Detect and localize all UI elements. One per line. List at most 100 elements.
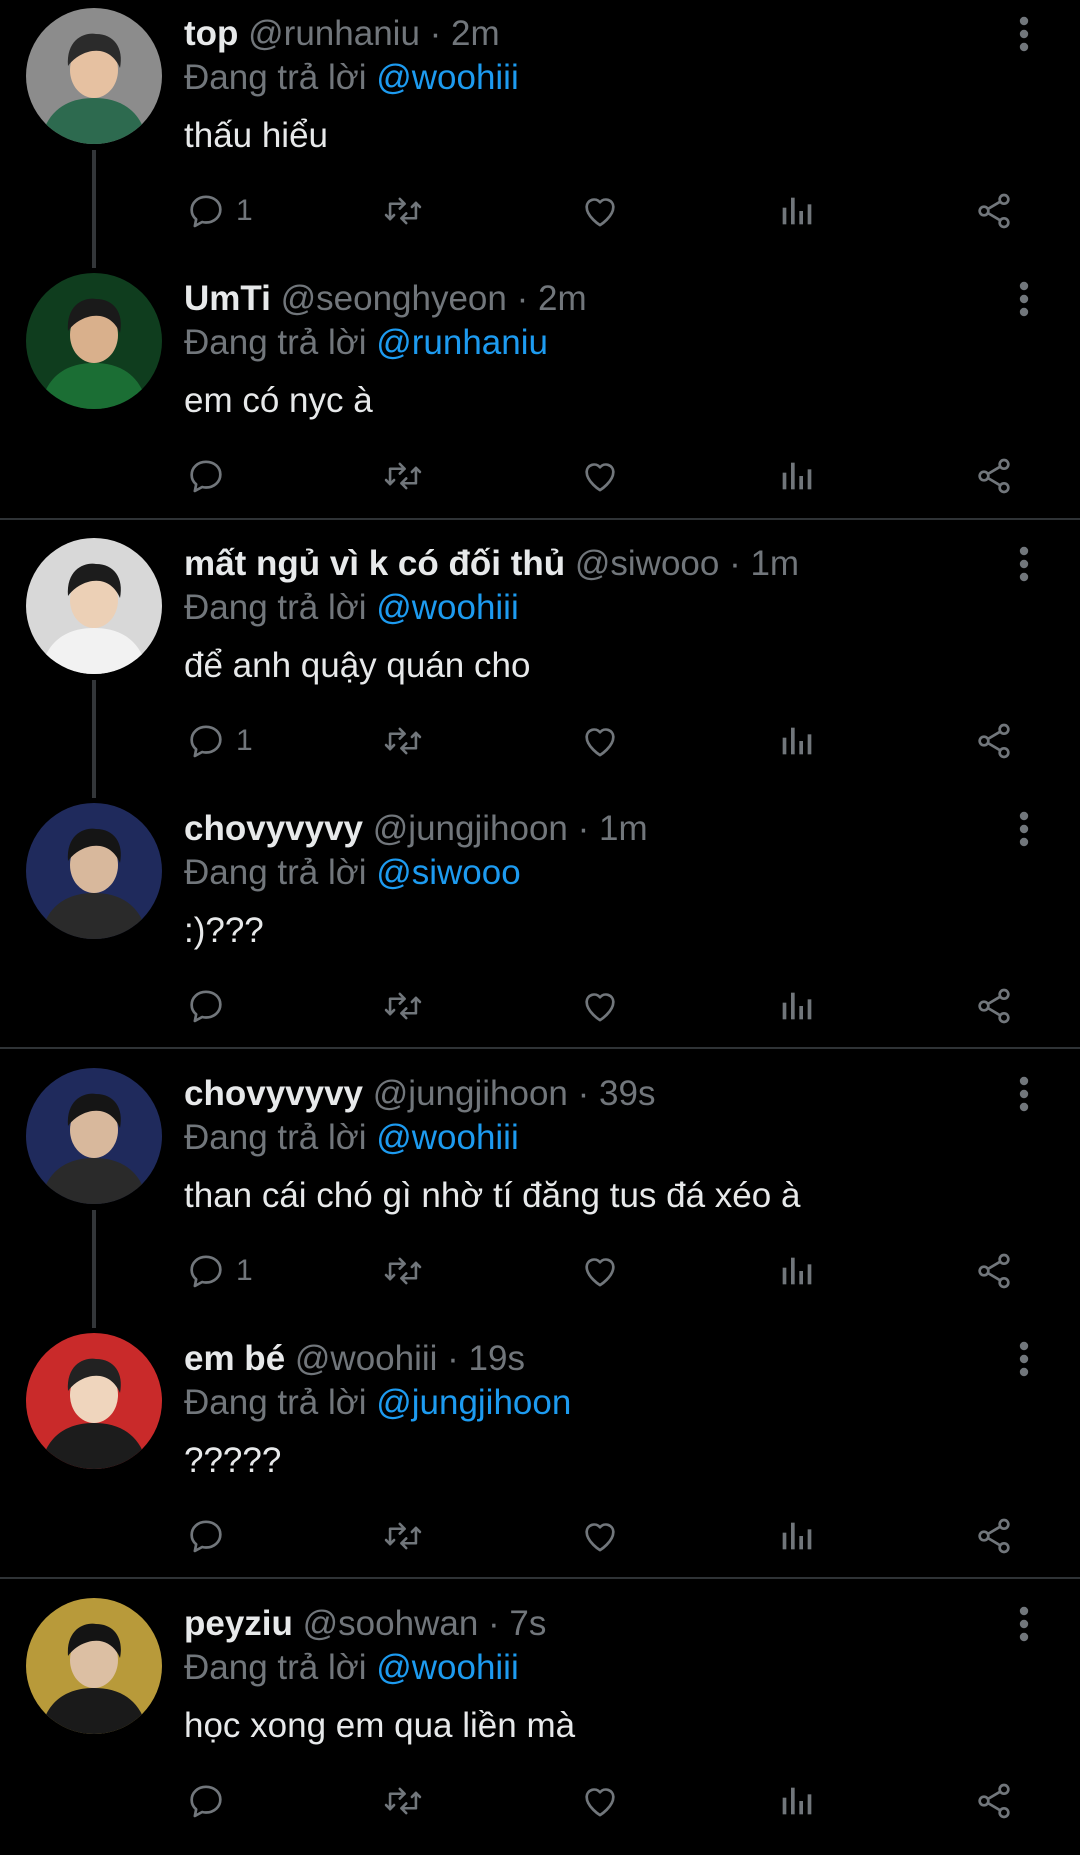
user-handle[interactable]: @woohiii xyxy=(295,1339,438,1378)
tweet[interactable]: peyziu @soohwan · 7s Đang trả lời @woohi… xyxy=(0,1590,1080,1855)
views-button[interactable] xyxy=(776,716,816,766)
share-button[interactable] xyxy=(974,1511,1014,1561)
timestamp[interactable]: 1m xyxy=(599,809,648,848)
like-button[interactable] xyxy=(580,186,620,236)
reply-button[interactable]: 1 xyxy=(186,1246,253,1296)
separator-dot: · xyxy=(447,1339,459,1378)
reply-button[interactable]: 1 xyxy=(186,716,253,766)
user-handle[interactable]: @siwooo xyxy=(575,544,719,583)
more-options-button[interactable] xyxy=(1006,1604,1042,1644)
display-name[interactable]: mất ngủ vì k có đối thủ xyxy=(184,544,565,583)
more-options-button[interactable] xyxy=(1006,14,1042,54)
user-handle[interactable]: @soohwan xyxy=(303,1604,479,1643)
tweet[interactable]: chovyvyvy @jungjihoon · 1m Đang trả lời … xyxy=(0,795,1080,1060)
avatar-image xyxy=(26,1068,162,1204)
reply-button[interactable] xyxy=(186,981,236,1031)
tweet[interactable]: em bé @woohiii · 19s Đang trả lời @jungj… xyxy=(0,1325,1080,1590)
like-button[interactable] xyxy=(580,716,620,766)
avatar[interactable] xyxy=(26,1068,162,1204)
retweet-button[interactable] xyxy=(382,451,424,501)
more-options-button[interactable] xyxy=(1006,1074,1042,1114)
reply-button[interactable] xyxy=(186,1776,236,1826)
more-options-button[interactable] xyxy=(1006,1339,1042,1379)
user-handle[interactable]: @seonghyeon xyxy=(281,279,507,318)
reply-button[interactable]: 1 xyxy=(186,186,253,236)
mention-link[interactable]: @woohiii xyxy=(376,1648,519,1687)
more-options-button[interactable] xyxy=(1006,809,1042,849)
retweet-button[interactable] xyxy=(382,981,424,1031)
retweet-button[interactable] xyxy=(382,1511,424,1561)
mention-link[interactable]: @woohiii xyxy=(376,1118,519,1157)
share-icon xyxy=(978,723,1010,759)
user-handle[interactable]: @jungjihoon xyxy=(373,1074,568,1113)
avatar[interactable] xyxy=(26,803,162,939)
separator-dot: · xyxy=(577,809,590,848)
like-button[interactable] xyxy=(580,1776,620,1826)
avatar-image xyxy=(26,1598,162,1734)
tweet-text: để anh quậy quán cho xyxy=(184,646,531,685)
retweet-icon xyxy=(384,462,422,490)
like-button[interactable] xyxy=(580,981,620,1031)
user-handle[interactable]: @runhaniu xyxy=(248,14,420,53)
mention-link[interactable]: @siwooo xyxy=(376,853,520,892)
tweet[interactable]: UmTi @seonghyeon · 2m Đang trả lời @runh… xyxy=(0,265,1080,530)
retweet-button[interactable] xyxy=(382,1246,424,1296)
reply-icon xyxy=(190,460,222,493)
display-name[interactable]: peyziu xyxy=(184,1604,293,1643)
mention-link[interactable]: @woohiii xyxy=(376,58,519,97)
action-bar xyxy=(0,1776,1080,1826)
mention-link[interactable]: @woohiii xyxy=(376,588,519,627)
views-button[interactable] xyxy=(776,186,816,236)
views-button[interactable] xyxy=(776,1511,816,1561)
tweet[interactable]: mất ngủ vì k có đối thủ @siwooo · 1m Đan… xyxy=(0,530,1080,798)
reply-button[interactable] xyxy=(186,451,236,501)
display-name[interactable]: chovyvyvy xyxy=(184,809,363,848)
views-button[interactable] xyxy=(776,981,816,1031)
display-name[interactable]: top xyxy=(184,14,238,53)
user-handle[interactable]: @jungjihoon xyxy=(373,809,568,848)
retweet-button[interactable] xyxy=(382,186,424,236)
display-name[interactable]: chovyvyvy xyxy=(184,1074,363,1113)
views-button[interactable] xyxy=(776,1246,816,1296)
retweet-button[interactable] xyxy=(382,716,424,766)
like-button[interactable] xyxy=(580,451,620,501)
display-name[interactable]: UmTi xyxy=(184,279,271,318)
timestamp[interactable]: 2m xyxy=(451,14,500,53)
timestamp[interactable]: 7s xyxy=(509,1604,546,1643)
share-button[interactable] xyxy=(974,451,1014,501)
tweet[interactable]: chovyvyvy @jungjihoon · 39s Đang trả lời… xyxy=(0,1060,1080,1328)
more-vertical-icon xyxy=(1019,1341,1029,1377)
timestamp[interactable]: 19s xyxy=(469,1339,525,1378)
mention-link[interactable]: @runhaniu xyxy=(376,323,548,362)
avatar[interactable] xyxy=(26,1598,162,1734)
avatar[interactable] xyxy=(26,1333,162,1469)
share-button[interactable] xyxy=(974,186,1014,236)
avatar[interactable] xyxy=(26,538,162,674)
views-icon xyxy=(782,1787,812,1815)
share-button[interactable] xyxy=(974,981,1014,1031)
tweet-header: UmTi @seonghyeon · 2m xyxy=(184,277,587,321)
share-button[interactable] xyxy=(974,1246,1014,1296)
share-button[interactable] xyxy=(974,1776,1014,1826)
more-options-button[interactable] xyxy=(1006,544,1042,584)
timestamp[interactable]: 1m xyxy=(750,544,799,583)
like-button[interactable] xyxy=(580,1246,620,1296)
like-button[interactable] xyxy=(580,1511,620,1561)
avatar[interactable] xyxy=(26,273,162,409)
reply-button[interactable] xyxy=(186,1511,236,1561)
mention-link[interactable]: @jungjihoon xyxy=(376,1383,571,1422)
views-icon xyxy=(782,1522,812,1550)
timestamp[interactable]: 39s xyxy=(599,1074,655,1113)
display-name[interactable]: em bé xyxy=(184,1339,285,1378)
retweet-button[interactable] xyxy=(382,1776,424,1826)
views-button[interactable] xyxy=(776,1776,816,1826)
share-button[interactable] xyxy=(974,716,1014,766)
avatar[interactable] xyxy=(26,8,162,144)
timestamp[interactable]: 2m xyxy=(538,279,587,318)
avatar-image xyxy=(26,8,162,144)
like-icon xyxy=(585,728,615,757)
views-button[interactable] xyxy=(776,451,816,501)
more-options-button[interactable] xyxy=(1006,279,1042,319)
replying-to: Đang trả lời @woohiii xyxy=(184,1646,519,1690)
tweet[interactable]: top @runhaniu · 2m Đang trả lời @woohiii… xyxy=(0,0,1080,268)
